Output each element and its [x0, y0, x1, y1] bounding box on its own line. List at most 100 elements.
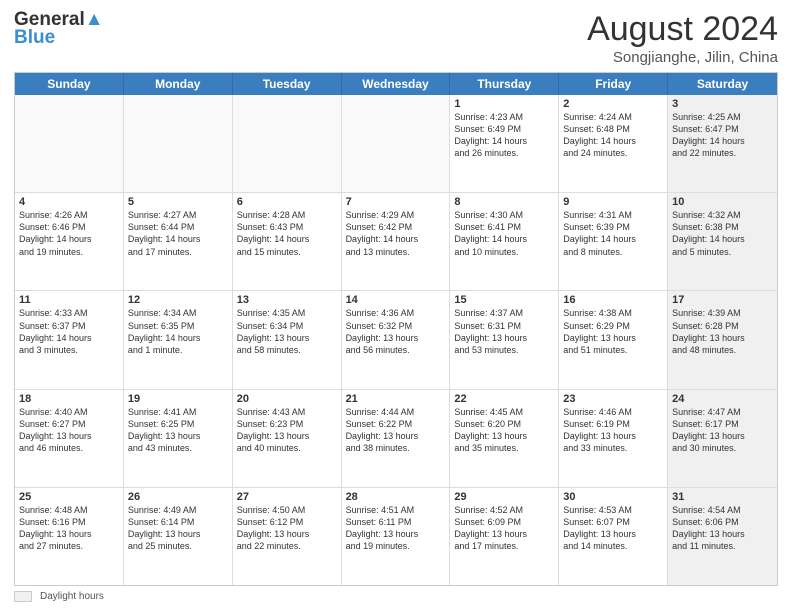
title-block: August 2024 Songjianghe, Jilin, China — [587, 10, 778, 66]
calendar-body: 1Sunrise: 4:23 AM Sunset: 6:49 PM Daylig… — [15, 95, 777, 585]
day-number: 16 — [563, 294, 663, 306]
day-cell-4: 4Sunrise: 4:26 AM Sunset: 6:46 PM Daylig… — [15, 193, 124, 290]
empty-cell — [342, 95, 451, 192]
calendar-week-1: 1Sunrise: 4:23 AM Sunset: 6:49 PM Daylig… — [15, 95, 777, 193]
day-info: Sunrise: 4:52 AM Sunset: 6:09 PM Dayligh… — [454, 504, 554, 553]
day-info: Sunrise: 4:33 AM Sunset: 6:37 PM Dayligh… — [19, 307, 119, 356]
day-cell-25: 25Sunrise: 4:48 AM Sunset: 6:16 PM Dayli… — [15, 488, 124, 585]
day-info: Sunrise: 4:51 AM Sunset: 6:11 PM Dayligh… — [346, 504, 446, 553]
calendar-week-4: 18Sunrise: 4:40 AM Sunset: 6:27 PM Dayli… — [15, 390, 777, 488]
day-info: Sunrise: 4:38 AM Sunset: 6:29 PM Dayligh… — [563, 307, 663, 356]
day-cell-14: 14Sunrise: 4:36 AM Sunset: 6:32 PM Dayli… — [342, 291, 451, 388]
day-number: 8 — [454, 196, 554, 208]
day-number: 28 — [346, 491, 446, 503]
day-number: 4 — [19, 196, 119, 208]
day-info: Sunrise: 4:46 AM Sunset: 6:19 PM Dayligh… — [563, 406, 663, 455]
day-number: 29 — [454, 491, 554, 503]
day-info: Sunrise: 4:40 AM Sunset: 6:27 PM Dayligh… — [19, 406, 119, 455]
day-info: Sunrise: 4:37 AM Sunset: 6:31 PM Dayligh… — [454, 307, 554, 356]
day-number: 10 — [672, 196, 773, 208]
day-info: Sunrise: 4:39 AM Sunset: 6:28 PM Dayligh… — [672, 307, 773, 356]
day-cell-7: 7Sunrise: 4:29 AM Sunset: 6:42 PM Daylig… — [342, 193, 451, 290]
day-info: Sunrise: 4:36 AM Sunset: 6:32 PM Dayligh… — [346, 307, 446, 356]
day-info: Sunrise: 4:45 AM Sunset: 6:20 PM Dayligh… — [454, 406, 554, 455]
day-info: Sunrise: 4:31 AM Sunset: 6:39 PM Dayligh… — [563, 209, 663, 258]
day-number: 1 — [454, 98, 554, 110]
logo: General▲ Blue — [14, 10, 114, 58]
calendar-week-5: 25Sunrise: 4:48 AM Sunset: 6:16 PM Dayli… — [15, 488, 777, 585]
day-cell-15: 15Sunrise: 4:37 AM Sunset: 6:31 PM Dayli… — [450, 291, 559, 388]
day-cell-9: 9Sunrise: 4:31 AM Sunset: 6:39 PM Daylig… — [559, 193, 668, 290]
day-info: Sunrise: 4:25 AM Sunset: 6:47 PM Dayligh… — [672, 111, 773, 160]
location: Songjianghe, Jilin, China — [587, 49, 778, 66]
day-info: Sunrise: 4:24 AM Sunset: 6:48 PM Dayligh… — [563, 111, 663, 160]
shaded-legend-box — [14, 591, 32, 602]
day-number: 3 — [672, 98, 773, 110]
day-cell-28: 28Sunrise: 4:51 AM Sunset: 6:11 PM Dayli… — [342, 488, 451, 585]
day-info: Sunrise: 4:53 AM Sunset: 6:07 PM Dayligh… — [563, 504, 663, 553]
day-cell-30: 30Sunrise: 4:53 AM Sunset: 6:07 PM Dayli… — [559, 488, 668, 585]
day-cell-24: 24Sunrise: 4:47 AM Sunset: 6:17 PM Dayli… — [668, 390, 777, 487]
day-info: Sunrise: 4:44 AM Sunset: 6:22 PM Dayligh… — [346, 406, 446, 455]
day-cell-22: 22Sunrise: 4:45 AM Sunset: 6:20 PM Dayli… — [450, 390, 559, 487]
footer: Daylight hours — [14, 591, 778, 602]
day-number: 18 — [19, 393, 119, 405]
day-info: Sunrise: 4:29 AM Sunset: 6:42 PM Dayligh… — [346, 209, 446, 258]
weekday-header-wednesday: Wednesday — [342, 73, 451, 95]
day-number: 6 — [237, 196, 337, 208]
day-number: 19 — [128, 393, 228, 405]
day-number: 7 — [346, 196, 446, 208]
weekday-header-friday: Friday — [559, 73, 668, 95]
day-number: 15 — [454, 294, 554, 306]
day-number: 12 — [128, 294, 228, 306]
day-info: Sunrise: 4:35 AM Sunset: 6:34 PM Dayligh… — [237, 307, 337, 356]
day-number: 24 — [672, 393, 773, 405]
day-number: 25 — [19, 491, 119, 503]
day-cell-31: 31Sunrise: 4:54 AM Sunset: 6:06 PM Dayli… — [668, 488, 777, 585]
logo-blue: Blue — [14, 28, 114, 48]
day-number: 23 — [563, 393, 663, 405]
day-cell-17: 17Sunrise: 4:39 AM Sunset: 6:28 PM Dayli… — [668, 291, 777, 388]
day-number: 14 — [346, 294, 446, 306]
empty-cell — [124, 95, 233, 192]
day-cell-21: 21Sunrise: 4:44 AM Sunset: 6:22 PM Dayli… — [342, 390, 451, 487]
day-cell-10: 10Sunrise: 4:32 AM Sunset: 6:38 PM Dayli… — [668, 193, 777, 290]
day-info: Sunrise: 4:26 AM Sunset: 6:46 PM Dayligh… — [19, 209, 119, 258]
empty-cell — [233, 95, 342, 192]
day-info: Sunrise: 4:32 AM Sunset: 6:38 PM Dayligh… — [672, 209, 773, 258]
day-number: 20 — [237, 393, 337, 405]
day-info: Sunrise: 4:49 AM Sunset: 6:14 PM Dayligh… — [128, 504, 228, 553]
day-info: Sunrise: 4:23 AM Sunset: 6:49 PM Dayligh… — [454, 111, 554, 160]
day-cell-11: 11Sunrise: 4:33 AM Sunset: 6:37 PM Dayli… — [15, 291, 124, 388]
day-number: 11 — [19, 294, 119, 306]
weekday-header-tuesday: Tuesday — [233, 73, 342, 95]
day-number: 26 — [128, 491, 228, 503]
day-info: Sunrise: 4:30 AM Sunset: 6:41 PM Dayligh… — [454, 209, 554, 258]
day-info: Sunrise: 4:50 AM Sunset: 6:12 PM Dayligh… — [237, 504, 337, 553]
day-cell-5: 5Sunrise: 4:27 AM Sunset: 6:44 PM Daylig… — [124, 193, 233, 290]
day-info: Sunrise: 4:43 AM Sunset: 6:23 PM Dayligh… — [237, 406, 337, 455]
day-number: 17 — [672, 294, 773, 306]
day-cell-8: 8Sunrise: 4:30 AM Sunset: 6:41 PM Daylig… — [450, 193, 559, 290]
day-number: 2 — [563, 98, 663, 110]
empty-cell — [15, 95, 124, 192]
header: General▲ Blue August 2024 Songjianghe, J… — [14, 10, 778, 66]
calendar: SundayMondayTuesdayWednesdayThursdayFrid… — [14, 72, 778, 586]
day-cell-13: 13Sunrise: 4:35 AM Sunset: 6:34 PM Dayli… — [233, 291, 342, 388]
day-number: 9 — [563, 196, 663, 208]
day-info: Sunrise: 4:47 AM Sunset: 6:17 PM Dayligh… — [672, 406, 773, 455]
daylight-label: Daylight hours — [40, 591, 104, 602]
day-info: Sunrise: 4:27 AM Sunset: 6:44 PM Dayligh… — [128, 209, 228, 258]
day-number: 22 — [454, 393, 554, 405]
weekday-header-thursday: Thursday — [450, 73, 559, 95]
day-cell-29: 29Sunrise: 4:52 AM Sunset: 6:09 PM Dayli… — [450, 488, 559, 585]
day-info: Sunrise: 4:48 AM Sunset: 6:16 PM Dayligh… — [19, 504, 119, 553]
day-number: 31 — [672, 491, 773, 503]
day-cell-6: 6Sunrise: 4:28 AM Sunset: 6:43 PM Daylig… — [233, 193, 342, 290]
day-number: 21 — [346, 393, 446, 405]
page: General▲ Blue August 2024 Songjianghe, J… — [0, 0, 792, 612]
weekday-header-monday: Monday — [124, 73, 233, 95]
day-cell-27: 27Sunrise: 4:50 AM Sunset: 6:12 PM Dayli… — [233, 488, 342, 585]
day-cell-3: 3Sunrise: 4:25 AM Sunset: 6:47 PM Daylig… — [668, 95, 777, 192]
day-info: Sunrise: 4:28 AM Sunset: 6:43 PM Dayligh… — [237, 209, 337, 258]
